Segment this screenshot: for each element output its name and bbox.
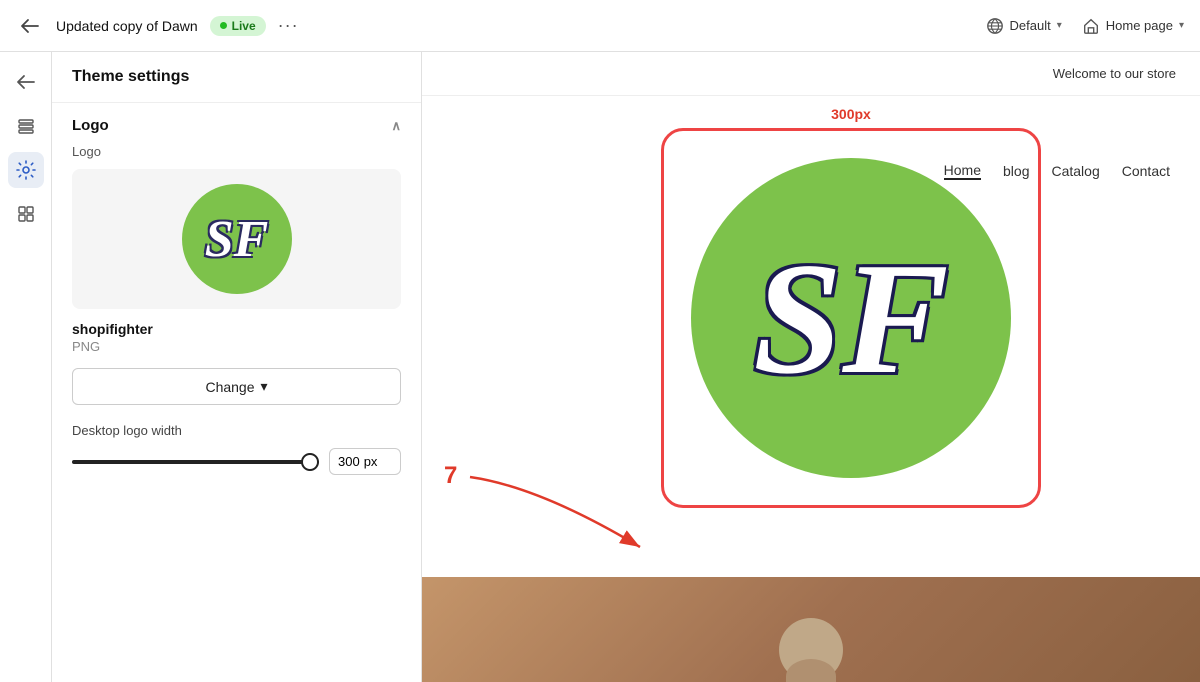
- icon-sidebar: [0, 52, 52, 682]
- store-welcome-text: Welcome to our store: [1053, 66, 1176, 81]
- section-collapse-icon[interactable]: ∧: [391, 118, 401, 134]
- topbar: Updated copy of Dawn Live ··· Default ▾ …: [0, 0, 1200, 52]
- slider-value-box: 300 px: [329, 448, 401, 475]
- settings-panel: Theme settings Logo ∧ Logo SF shopifight…: [52, 52, 422, 682]
- view-selector[interactable]: Default ▾: [986, 17, 1062, 35]
- logo-circle: SF: [182, 184, 292, 294]
- logo-section: Logo SF shopifighter PNG Change ▾ Deskto…: [52, 144, 421, 475]
- settings-header: Theme settings: [52, 52, 421, 103]
- preview-area: Welcome to our store 300px SF Home blog …: [422, 52, 1200, 682]
- sidebar-item-exit[interactable]: [8, 64, 44, 100]
- change-chevron-icon: ▾: [261, 378, 268, 395]
- sidebar-item-grid[interactable]: [8, 196, 44, 232]
- nav-item-home[interactable]: Home: [944, 162, 981, 180]
- character-head: [779, 618, 843, 682]
- more-menu-button[interactable]: ···: [278, 15, 299, 36]
- sidebar-item-settings[interactable]: [8, 152, 44, 188]
- dimension-label: 300px: [831, 106, 871, 122]
- globe-icon: [986, 17, 1004, 35]
- view-label: Default: [1010, 18, 1051, 33]
- topbar-right: Default ▾ Home page ▾: [986, 17, 1184, 35]
- preview-nav: Home blog Catalog Contact: [944, 162, 1170, 180]
- logo-label: Logo: [72, 144, 401, 159]
- page-chevron-icon: ▾: [1179, 20, 1184, 31]
- main-layout: Theme settings Logo ∧ Logo SF shopifight…: [0, 52, 1200, 682]
- home-icon: [1082, 17, 1100, 35]
- topbar-title: Updated copy of Dawn: [56, 18, 198, 34]
- logo-initials: SF: [205, 210, 269, 269]
- slider-row: 300 px: [72, 448, 401, 475]
- live-badge: Live: [210, 16, 266, 36]
- preview-logo-initials: SF: [753, 238, 949, 398]
- slider-thumb[interactable]: [301, 453, 319, 471]
- slider-unit: px: [364, 454, 378, 469]
- page-selector[interactable]: Home page ▾: [1082, 17, 1184, 35]
- view-chevron-icon: ▾: [1057, 20, 1062, 31]
- live-label: Live: [232, 19, 256, 33]
- character-body: [786, 659, 836, 682]
- nav-item-catalog[interactable]: Catalog: [1051, 163, 1099, 179]
- preview-logo-circle: SF: [691, 158, 1011, 478]
- change-button-label: Change: [205, 379, 254, 395]
- nav-item-contact[interactable]: Contact: [1122, 163, 1170, 179]
- logo-filetype: PNG: [72, 339, 401, 354]
- logo-filename: shopifighter: [72, 321, 401, 337]
- logo-section-header: Logo ∧: [52, 103, 421, 144]
- desktop-logo-label: Desktop logo width: [72, 423, 401, 438]
- preview-logo-frame: SF: [661, 128, 1041, 508]
- logo-section-title: Logo: [72, 117, 109, 134]
- page-label: Home page: [1106, 18, 1173, 33]
- bottom-strip: [422, 577, 1200, 682]
- change-button[interactable]: Change ▾: [72, 368, 401, 405]
- live-dot: [220, 22, 227, 29]
- slider-track[interactable]: [72, 460, 319, 464]
- slider-value: 300: [338, 454, 360, 469]
- nav-item-blog[interactable]: blog: [1003, 163, 1029, 179]
- back-button[interactable]: [16, 12, 44, 40]
- sidebar-item-layers[interactable]: [8, 108, 44, 144]
- logo-preview-box: SF: [72, 169, 401, 309]
- preview-topbar: Welcome to our store: [422, 52, 1200, 96]
